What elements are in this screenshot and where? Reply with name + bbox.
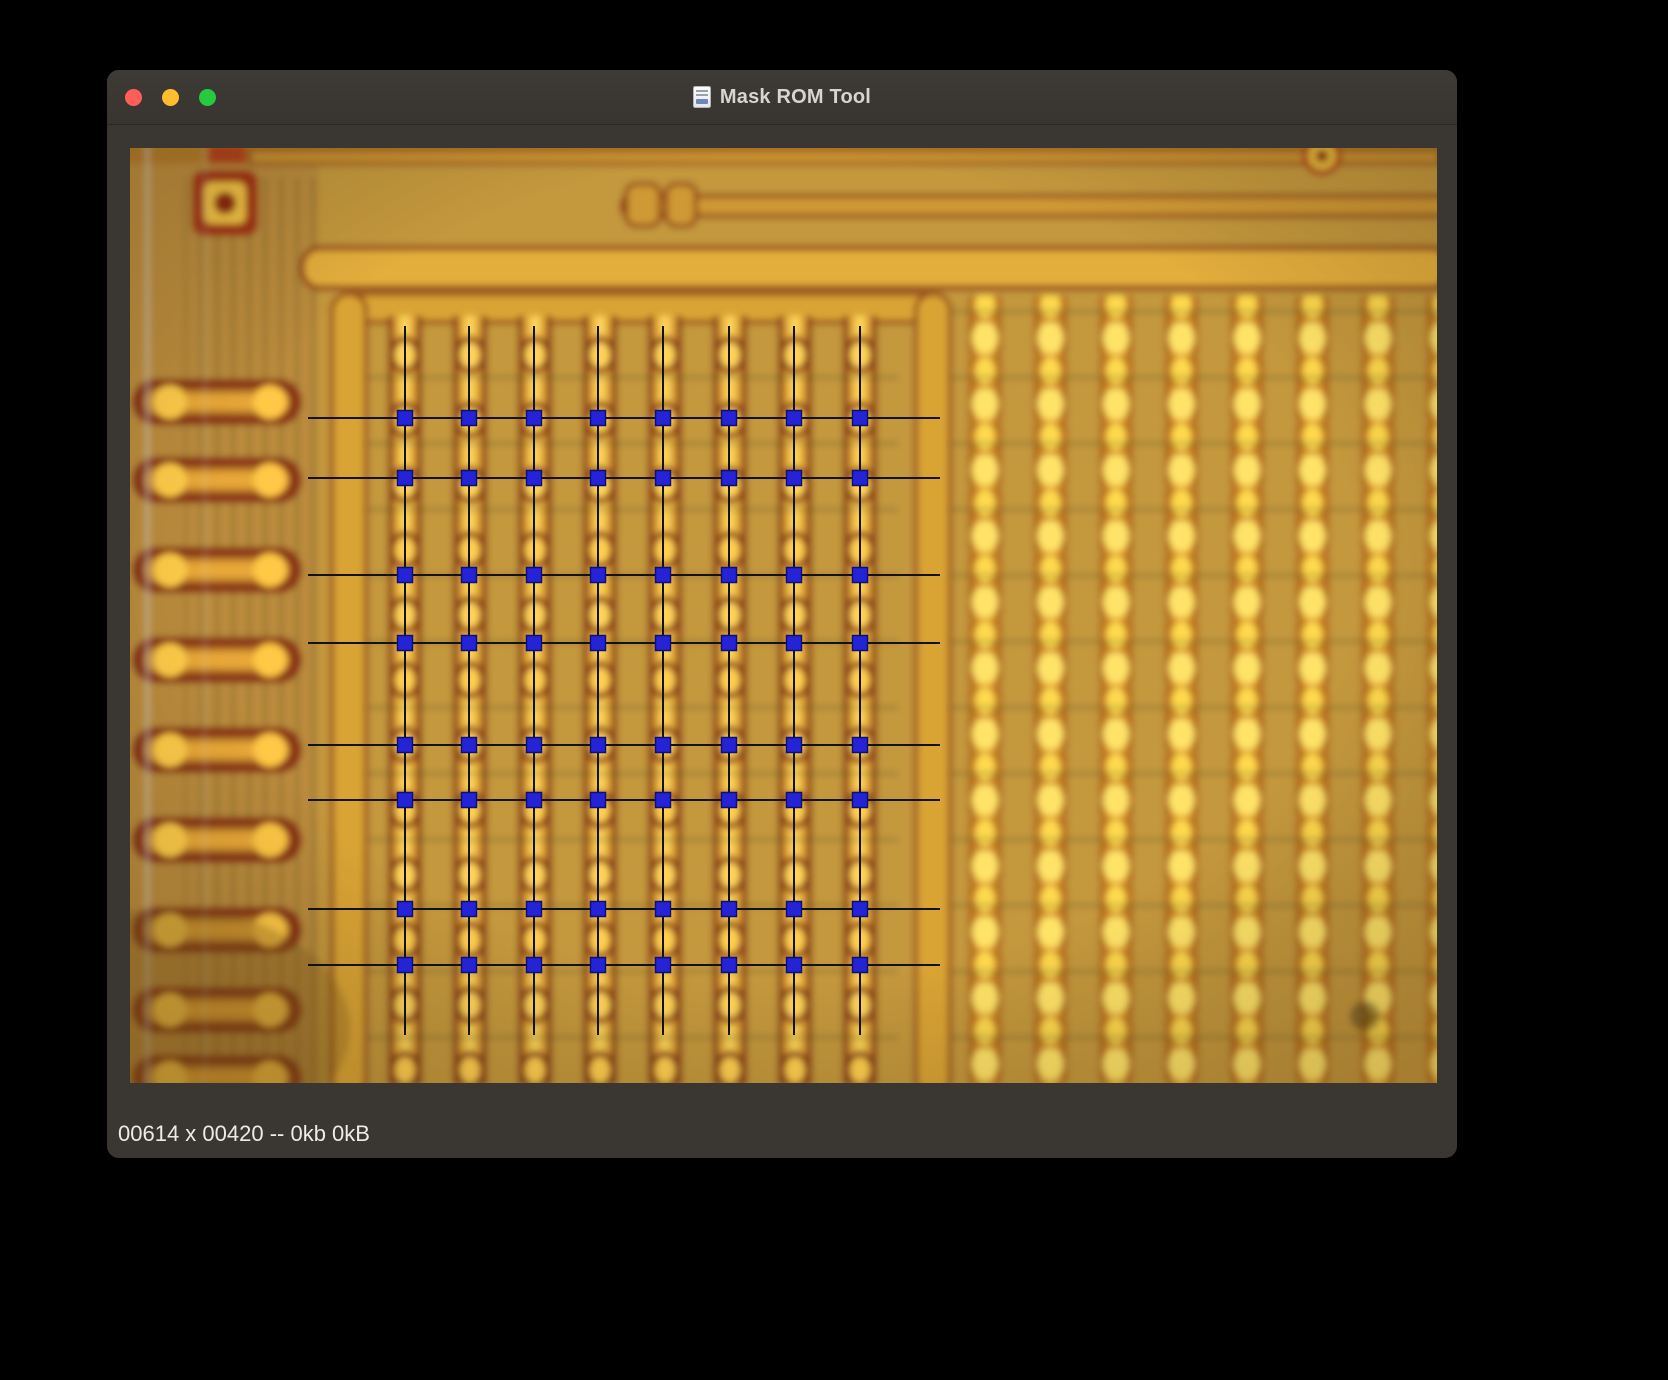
- grid-marker[interactable]: [851, 791, 869, 809]
- grid-marker[interactable]: [460, 469, 478, 487]
- grid-marker[interactable]: [396, 900, 414, 918]
- grid-marker[interactable]: [851, 469, 869, 487]
- zoom-button[interactable]: [199, 88, 216, 106]
- grid-marker[interactable]: [720, 956, 738, 974]
- grid-marker[interactable]: [851, 409, 869, 427]
- grid-marker[interactable]: [654, 956, 672, 974]
- grid-marker[interactable]: [654, 736, 672, 754]
- traffic-lights: [125, 70, 216, 124]
- grid-marker[interactable]: [654, 634, 672, 652]
- window-titlebar[interactable]: Mask ROM Tool: [107, 70, 1457, 125]
- grid-marker[interactable]: [525, 469, 543, 487]
- grid-marker[interactable]: [720, 900, 738, 918]
- grid-marker[interactable]: [785, 736, 803, 754]
- app-window: Mask ROM Tool 00614 x 00420 -- 0kb 0kB: [107, 70, 1457, 1158]
- grid-marker[interactable]: [785, 469, 803, 487]
- grid-marker[interactable]: [654, 900, 672, 918]
- grid-marker[interactable]: [720, 736, 738, 754]
- grid-marker[interactable]: [396, 956, 414, 974]
- grid-marker[interactable]: [396, 566, 414, 584]
- grid-marker[interactable]: [654, 469, 672, 487]
- grid-marker[interactable]: [589, 956, 607, 974]
- grid-marker[interactable]: [851, 634, 869, 652]
- grid-marker[interactable]: [720, 634, 738, 652]
- grid-marker[interactable]: [525, 791, 543, 809]
- grid-marker[interactable]: [460, 409, 478, 427]
- grid-marker[interactable]: [851, 956, 869, 974]
- grid-marker[interactable]: [460, 900, 478, 918]
- grid-marker[interactable]: [525, 566, 543, 584]
- grid-marker[interactable]: [851, 900, 869, 918]
- grid-marker[interactable]: [460, 634, 478, 652]
- grid-marker[interactable]: [396, 469, 414, 487]
- grid-marker[interactable]: [396, 736, 414, 754]
- grid-marker[interactable]: [525, 634, 543, 652]
- grid-marker[interactable]: [720, 791, 738, 809]
- grid-marker[interactable]: [460, 791, 478, 809]
- grid-marker[interactable]: [785, 900, 803, 918]
- grid-marker[interactable]: [785, 566, 803, 584]
- grid-marker[interactable]: [785, 791, 803, 809]
- grid-marker[interactable]: [589, 566, 607, 584]
- document-icon: [692, 86, 711, 108]
- grid-marker[interactable]: [460, 736, 478, 754]
- grid-marker[interactable]: [589, 409, 607, 427]
- grid-marker[interactable]: [460, 956, 478, 974]
- grid-marker[interactable]: [525, 900, 543, 918]
- grid-marker[interactable]: [589, 469, 607, 487]
- grid-marker[interactable]: [589, 900, 607, 918]
- grid-marker[interactable]: [720, 469, 738, 487]
- grid-marker[interactable]: [525, 736, 543, 754]
- status-text: 00614 x 00420 -- 0kb 0kB: [118, 1121, 370, 1146]
- grid-marker[interactable]: [654, 566, 672, 584]
- grid-marker[interactable]: [396, 791, 414, 809]
- minimize-button[interactable]: [162, 88, 179, 106]
- grid-marker[interactable]: [396, 409, 414, 427]
- grid-overlay[interactable]: [130, 148, 1437, 1083]
- status-bar: 00614 x 00420 -- 0kb 0kB: [107, 1083, 1457, 1158]
- grid-marker[interactable]: [396, 634, 414, 652]
- image-viewport[interactable]: [130, 148, 1437, 1083]
- grid-marker[interactable]: [720, 409, 738, 427]
- grid-marker[interactable]: [589, 634, 607, 652]
- close-button[interactable]: [125, 88, 142, 106]
- grid-marker[interactable]: [589, 791, 607, 809]
- grid-marker[interactable]: [654, 409, 672, 427]
- grid-marker[interactable]: [785, 409, 803, 427]
- window-title: Mask ROM Tool: [692, 85, 872, 109]
- grid-marker[interactable]: [720, 566, 738, 584]
- grid-marker[interactable]: [785, 956, 803, 974]
- grid-marker[interactable]: [851, 566, 869, 584]
- grid-marker[interactable]: [589, 736, 607, 754]
- grid-marker[interactable]: [525, 956, 543, 974]
- window-title-text: Mask ROM Tool: [719, 85, 872, 108]
- grid-marker[interactable]: [851, 736, 869, 754]
- grid-marker[interactable]: [785, 634, 803, 652]
- grid-marker[interactable]: [525, 409, 543, 427]
- grid-marker[interactable]: [654, 791, 672, 809]
- grid-marker[interactable]: [460, 566, 478, 584]
